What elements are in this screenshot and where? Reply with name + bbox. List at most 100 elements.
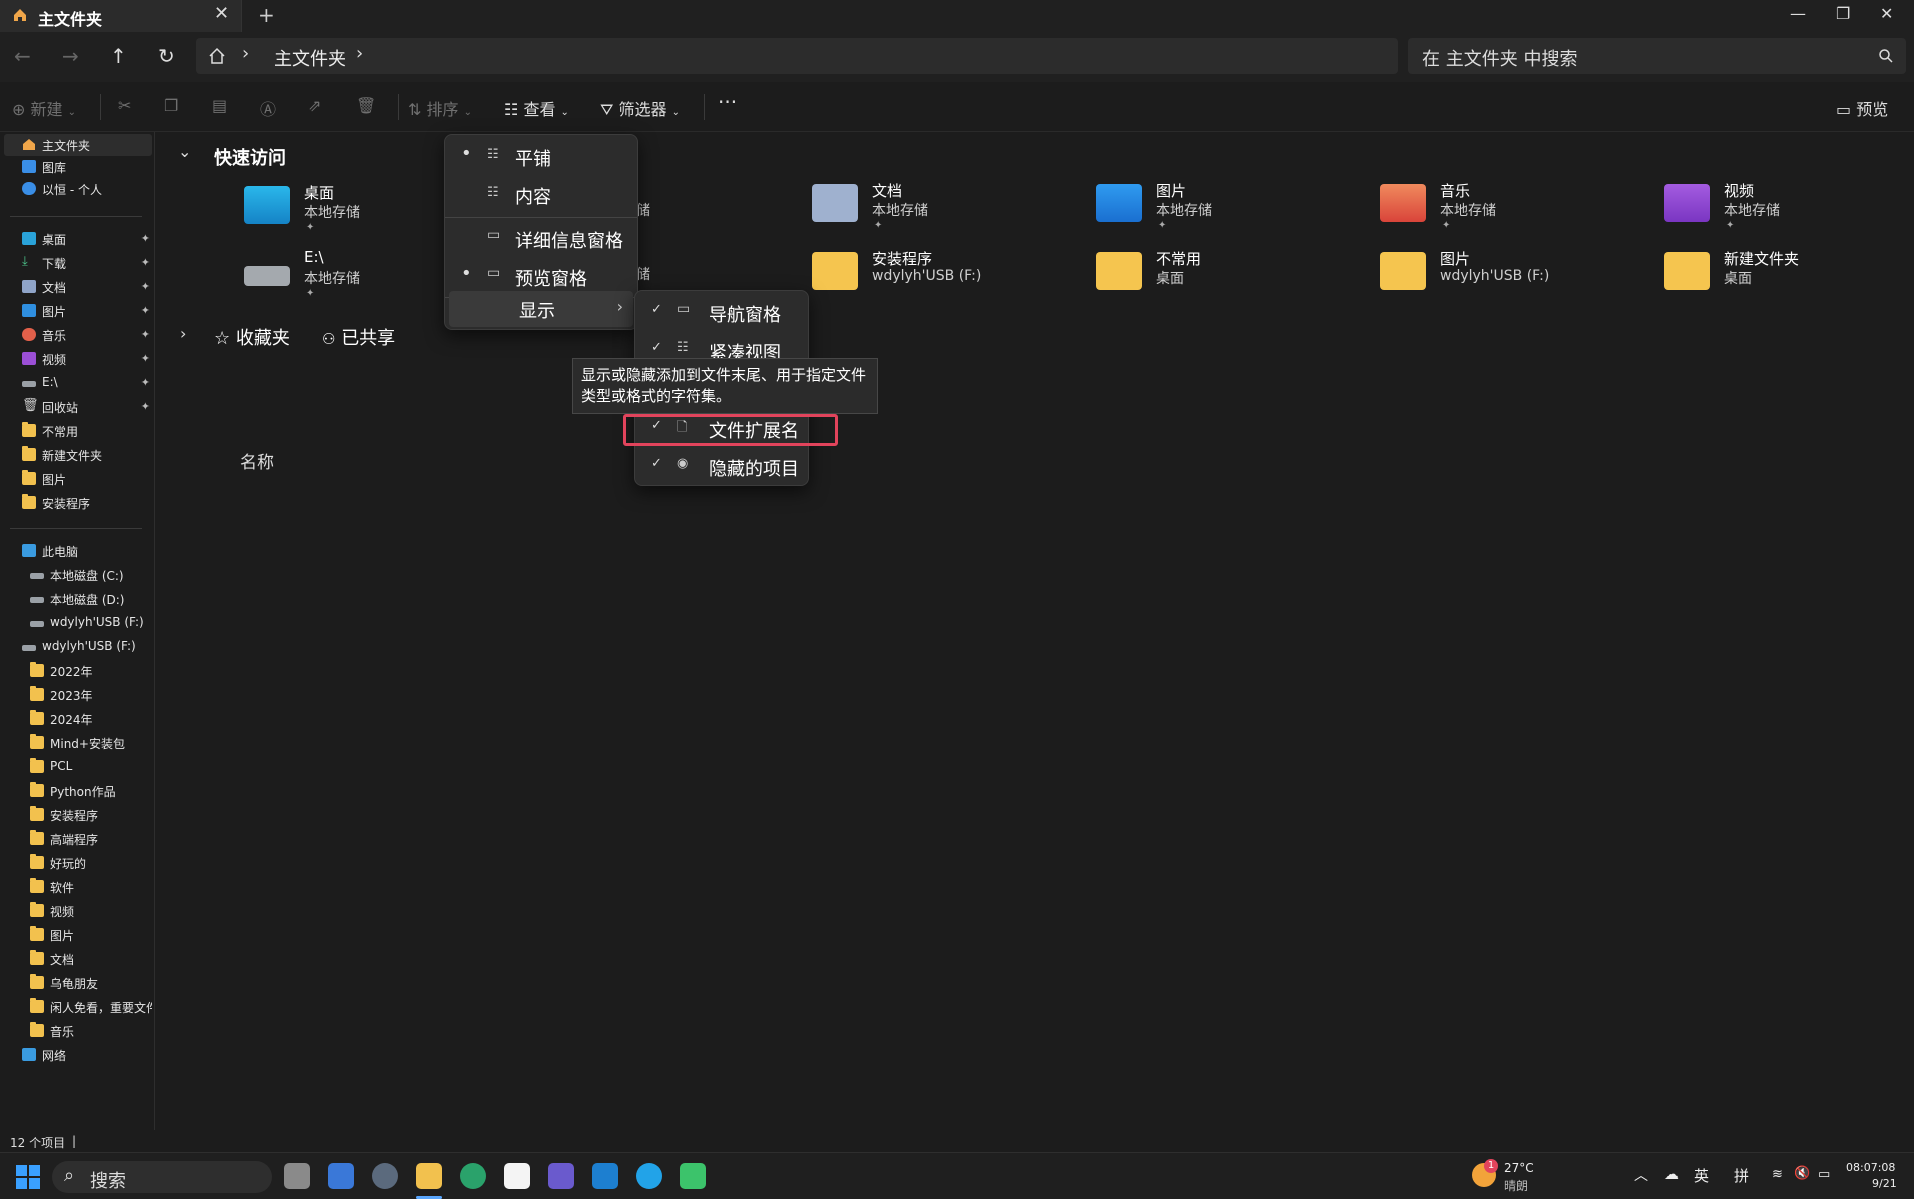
sidebar-item-drive-c[interactable]: 本地磁盘 (C:) [4, 564, 152, 586]
sidebar-item-recycle-bin[interactable]: 🗑 回收站 ✦ [4, 396, 152, 418]
share-icon[interactable]: ⇗ [308, 96, 321, 115]
menu-item-navigation-pane[interactable]: ✓ ▭ 导航窗格 [639, 295, 804, 331]
search-input[interactable]: 在 主文件夹 中搜索 [1408, 38, 1906, 74]
favorites-header[interactable]: ☆ 收藏夹 [214, 324, 290, 350]
menu-item-hidden-items[interactable]: ✓ ◉ 隐藏的项目 [639, 449, 804, 485]
quick-access-item-documents[interactable]: 文档 本地存储 ✦ [812, 180, 1062, 236]
sidebar-item-drive-e[interactable]: E:\ ✦ [4, 372, 152, 394]
sidebar-item-documents[interactable]: 文档 ✦ [4, 276, 152, 298]
sidebar-item-folder[interactable]: 2022年 [4, 660, 152, 682]
copy-icon[interactable]: ❐ [164, 96, 178, 115]
file-explorer-icon[interactable] [416, 1163, 442, 1189]
taskbar-search[interactable]: ⌕ 搜索 [52, 1161, 272, 1193]
close-window-button[interactable]: ✕ [1880, 4, 1893, 23]
chevron-right-icon[interactable]: › [356, 43, 363, 64]
tab-home-folder[interactable]: 主文件夹 ✕ [0, 0, 242, 32]
sidebar-item-folder[interactable]: 新建文件夹 [4, 444, 152, 466]
pin-icon[interactable]: ✦ [141, 376, 150, 389]
back-button[interactable]: ← [14, 44, 31, 68]
battery-icon[interactable]: ▭ [1818, 1167, 1830, 1182]
paste-icon[interactable]: ▤ [212, 96, 227, 115]
wifi-icon[interactable]: ≋ [1772, 1167, 1783, 1182]
filter-button[interactable]: ⛛ 筛选器 ⌄ [600, 96, 680, 120]
sidebar-item-folder[interactable]: 好玩的 [4, 852, 152, 874]
menu-item-content[interactable]: ☷ 内容 [449, 177, 633, 213]
sidebar-item-folder[interactable]: 安装程序 [4, 804, 152, 826]
sidebar-item-folder[interactable]: PCL [4, 756, 152, 778]
sidebar-item-folder[interactable]: 2024年 [4, 708, 152, 730]
up-button[interactable]: ↑ [110, 44, 127, 68]
sidebar-item-folder[interactable]: 图片 [4, 468, 152, 490]
quick-access-item-pictures[interactable]: 图片 本地存储 ✦ [1096, 180, 1346, 236]
pin-icon[interactable]: ✦ [141, 352, 150, 365]
quick-access-item-folder[interactable]: 安装程序 wdylyh'USB (F:) [812, 248, 1062, 304]
settings-gear-icon[interactable] [372, 1163, 398, 1189]
sidebar-item-videos[interactable]: 视频 ✦ [4, 348, 152, 370]
menu-item-tiles[interactable]: • ☷ 平铺 [449, 139, 633, 175]
new-button[interactable]: ⊕ 新建 ⌄ [12, 96, 76, 120]
volume-muted-icon[interactable]: 🔇 [1794, 1166, 1810, 1181]
sidebar-item-folder[interactable]: 不常用 [4, 420, 152, 442]
address-box[interactable]: › 主文件夹 › [196, 38, 1398, 74]
sidebar-item-home[interactable]: 主文件夹 [4, 134, 152, 156]
breadcrumb-home-folder[interactable]: 主文件夹 [274, 45, 346, 71]
pin-icon[interactable]: ✦ [141, 328, 150, 341]
sidebar-item-downloads[interactable]: ⤓ 下载 ✦ [4, 252, 152, 274]
sidebar-item-folder[interactable]: 乌龟朋友 [4, 972, 152, 994]
sidebar-item-folder[interactable]: Python作品 [4, 780, 152, 802]
windows-start-icon[interactable] [16, 1165, 40, 1189]
delete-icon[interactable]: 🗑 [356, 96, 376, 115]
chevron-down-icon[interactable]: ⌄ [178, 142, 191, 161]
chevron-right-icon[interactable]: › [242, 43, 249, 64]
sidebar-item-drive-d[interactable]: 本地磁盘 (D:) [4, 588, 152, 610]
menu-item-details-pane[interactable]: ▭ 详细信息窗格 [449, 221, 633, 257]
sidebar-item-folder[interactable]: 2023年 [4, 684, 152, 706]
clock-date[interactable]: 9/21 [1872, 1177, 1897, 1190]
sidebar-item-network[interactable]: 网络 [4, 1044, 152, 1066]
sidebar-item-folder[interactable]: Mind+安装包 [4, 732, 152, 754]
qq-icon[interactable] [504, 1163, 530, 1189]
home-outline-icon[interactable] [208, 47, 226, 65]
pin-icon[interactable]: ✦ [141, 304, 150, 317]
green-app-icon[interactable] [680, 1163, 706, 1189]
sidebar-item-folder[interactable]: 音乐 [4, 1020, 152, 1042]
sidebar-item-folder[interactable]: 高端程序 [4, 828, 152, 850]
chevron-up-icon[interactable]: ︿ [1634, 1165, 1648, 1185]
view-button[interactable]: ☷ 查看 ⌄ [504, 96, 569, 120]
sidebar-item-onedrive[interactable]: 以恒 - 个人 [4, 178, 152, 200]
ime-language[interactable]: 英 [1694, 1165, 1709, 1186]
pin-icon[interactable]: ✦ [141, 280, 150, 293]
sort-button[interactable]: ⇅ 排序 ⌄ [408, 96, 472, 120]
pin-icon[interactable]: ✦ [141, 232, 150, 245]
sidebar-item-this-pc[interactable]: 此电脑 [4, 540, 152, 562]
rename-icon[interactable]: Ⓐ [260, 96, 276, 120]
quick-access-header[interactable]: 快速访问 [214, 144, 286, 170]
clock-time[interactable]: 08:07:08 [1846, 1161, 1895, 1174]
edge-browser-icon[interactable] [460, 1163, 486, 1189]
weather-desc[interactable]: 晴朗 [1504, 1177, 1528, 1194]
ime-mode[interactable]: 拼 [1734, 1165, 1749, 1186]
quick-access-item-folder[interactable]: 新建文件夹 桌面 [1664, 248, 1914, 304]
more-options-button[interactable]: ··· [718, 90, 737, 114]
column-header-name[interactable]: 名称 [240, 448, 274, 473]
quick-access-item-folder[interactable]: 图片 wdylyh'USB (F:) [1380, 248, 1630, 304]
sidebar-item-folder[interactable]: 安装程序 [4, 492, 152, 514]
store-icon[interactable] [328, 1163, 354, 1189]
weather-temp[interactable]: 27°C [1504, 1161, 1534, 1175]
restore-button[interactable]: ❐ [1836, 4, 1850, 23]
task-view-icon[interactable] [284, 1163, 310, 1189]
sidebar-item-folder[interactable]: 文档 [4, 948, 152, 970]
sidebar-item-gallery[interactable]: 图库 [4, 156, 152, 178]
python-app-icon[interactable] [548, 1163, 574, 1189]
sidebar-item-folder[interactable]: 软件 [4, 876, 152, 898]
menu-item-preview-pane[interactable]: • ▭ 预览窗格 [449, 259, 633, 295]
quick-access-item-videos[interactable]: 视频 本地存储 ✦ [1664, 180, 1914, 236]
refresh-button[interactable]: ↻ [158, 44, 175, 68]
vscode-icon[interactable] [592, 1163, 618, 1189]
forward-button[interactable]: → [62, 44, 79, 68]
preview-button[interactable]: ▭ 预览 [1836, 96, 1888, 120]
sidebar-item-usb[interactable]: wdylyh'USB (F:) [4, 636, 152, 658]
minimize-button[interactable]: — [1790, 4, 1806, 23]
pin-icon[interactable]: ✦ [141, 256, 150, 269]
cloud-icon[interactable]: ☁ [1664, 1165, 1679, 1183]
